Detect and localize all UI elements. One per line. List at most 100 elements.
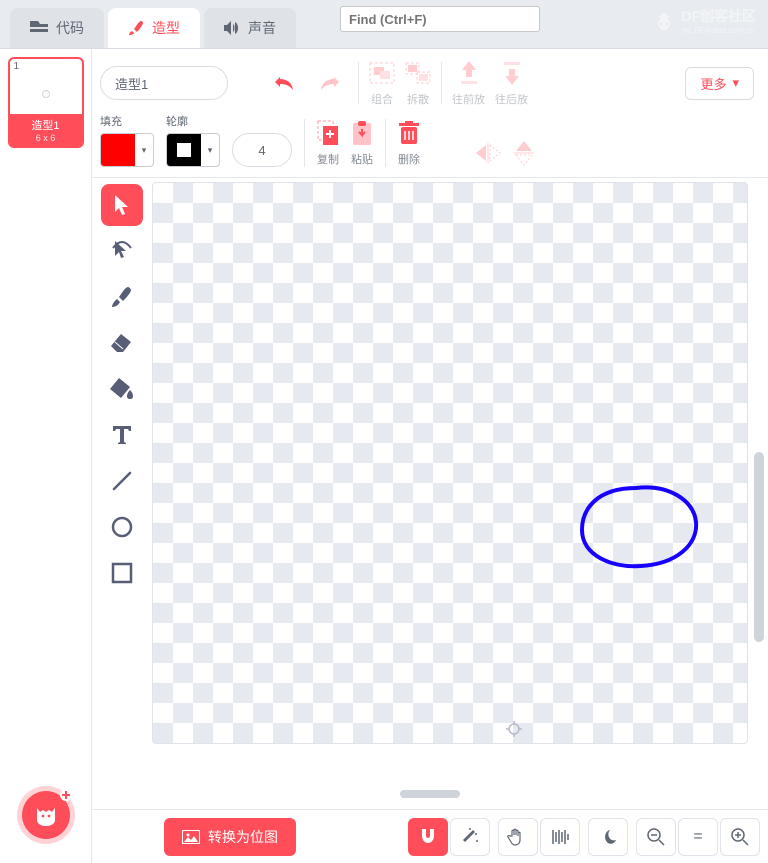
wand-button[interactable] xyxy=(450,818,490,856)
fill-color-picker[interactable]: ▾ xyxy=(100,133,154,167)
tool-palette xyxy=(92,178,152,809)
zoom-out-icon xyxy=(647,828,665,846)
outline-label: 轮廓 xyxy=(166,113,220,129)
magnet-icon xyxy=(419,828,437,846)
copy-icon xyxy=(317,120,339,146)
zoom-out-button[interactable] xyxy=(636,818,676,856)
forward-button[interactable]: 往前放 xyxy=(452,59,485,107)
brush-icon xyxy=(128,20,144,36)
bars-icon xyxy=(551,828,569,846)
tool-brush[interactable] xyxy=(101,276,143,318)
tool-select[interactable] xyxy=(101,184,143,226)
watermark-sub: mc.DFRobot.com.cn xyxy=(681,26,756,35)
sound-icon xyxy=(224,21,240,35)
bucket-icon xyxy=(110,378,134,400)
find-input[interactable] xyxy=(340,6,540,32)
btn-label: 转换为位图 xyxy=(208,827,278,847)
tab-label: 代码 xyxy=(56,18,84,38)
cat-icon xyxy=(33,802,59,828)
fill-swatch xyxy=(101,133,135,167)
tab-label: 声音 xyxy=(248,18,276,38)
thumb-name: 造型1 xyxy=(10,117,82,133)
equals-label: = xyxy=(693,828,702,846)
dark-mode-button[interactable] xyxy=(588,818,628,856)
center-crosshair-icon xyxy=(506,721,522,737)
code-icon xyxy=(30,21,48,35)
delete-button[interactable]: 删除 xyxy=(398,119,420,167)
wand-icon xyxy=(460,827,480,847)
magnet-button[interactable] xyxy=(408,818,448,856)
tool-reshape[interactable] xyxy=(101,230,143,272)
tab-costumes[interactable]: 造型 xyxy=(108,8,200,48)
outline-mode-button[interactable] xyxy=(498,818,538,856)
paste-icon xyxy=(353,121,371,145)
group-button[interactable]: 组合 xyxy=(369,59,395,107)
flip-vertical-button[interactable] xyxy=(514,139,534,167)
chevron-down-icon: ▾ xyxy=(201,145,219,156)
flip-horizontal-button[interactable] xyxy=(474,139,502,167)
watermark-title: DF创客社区 xyxy=(681,8,756,24)
tool-eraser[interactable] xyxy=(101,322,143,364)
reshape-icon xyxy=(112,240,132,262)
redo-icon xyxy=(320,75,340,91)
add-costume-button[interactable] xyxy=(22,791,70,839)
more-button[interactable]: 更多 ▾ xyxy=(685,67,754,100)
vertical-scrollbar[interactable] xyxy=(754,452,764,642)
tab-sounds[interactable]: 声音 xyxy=(204,8,296,48)
text-icon xyxy=(112,425,132,445)
thumb-preview xyxy=(10,74,82,114)
outline-color-picker[interactable]: ▾ xyxy=(166,133,220,167)
tool-text[interactable] xyxy=(101,414,143,456)
zoom-reset-button[interactable]: = xyxy=(678,818,718,856)
horizontal-scrollbar[interactable] xyxy=(400,790,460,798)
logo-icon xyxy=(653,10,675,32)
btn-label: 粘贴 xyxy=(351,151,373,167)
watermark: DF创客社区 mc.DFRobot.com.cn xyxy=(653,6,756,35)
moon-icon xyxy=(600,829,616,845)
tab-code[interactable]: 代码 xyxy=(10,8,104,48)
btn-label: 拆散 xyxy=(407,91,429,107)
paint-canvas[interactable] xyxy=(152,182,748,744)
toolbar-top: 组合 拆散 往前放 往后放 更多 ▾ xyxy=(92,49,768,107)
undo-button[interactable] xyxy=(266,66,302,100)
paintbrush-icon xyxy=(112,286,132,308)
tool-circle[interactable] xyxy=(101,506,143,548)
tool-fill[interactable] xyxy=(101,368,143,410)
btn-label: 往后放 xyxy=(495,91,528,107)
fill-label: 填充 xyxy=(100,113,154,129)
btn-label: 组合 xyxy=(371,91,393,107)
zoom-in-button[interactable] xyxy=(720,818,760,856)
thumb-index: 1 xyxy=(10,59,82,74)
hand-icon xyxy=(507,828,529,846)
bottom-bar: 转换为位图 = xyxy=(92,809,768,863)
outline-width-input[interactable] xyxy=(232,133,292,167)
backward-button[interactable]: 往后放 xyxy=(495,59,528,107)
pointer-icon xyxy=(113,194,131,216)
paste-button[interactable]: 粘贴 xyxy=(351,119,373,167)
toolbar-style: 填充 ▾ 轮廓 ▾ 复制 粘贴 删除 xyxy=(92,107,768,178)
circle-icon xyxy=(111,516,133,538)
thumb-dim: 6 x 6 xyxy=(10,133,82,143)
flip-h-icon xyxy=(474,143,502,163)
zoom-in-icon xyxy=(731,828,749,846)
pixel-mode-button[interactable] xyxy=(540,818,580,856)
arrow-up-icon xyxy=(459,61,479,85)
square-icon xyxy=(111,562,133,584)
eraser-icon xyxy=(111,334,133,352)
redo-button[interactable] xyxy=(312,66,348,100)
copy-button[interactable]: 复制 xyxy=(317,119,339,167)
tool-rect[interactable] xyxy=(101,552,143,594)
ungroup-button[interactable]: 拆散 xyxy=(405,59,431,107)
convert-bitmap-button[interactable]: 转换为位图 xyxy=(164,818,296,856)
caret-down-icon: ▾ xyxy=(732,75,739,91)
btn-label: 复制 xyxy=(317,151,339,167)
tool-line[interactable] xyxy=(101,460,143,502)
annotation-circle xyxy=(576,480,706,580)
costume-thumb[interactable]: 1 造型1 6 x 6 xyxy=(8,57,84,148)
plus-icon xyxy=(60,789,72,801)
btn-label: 更多 xyxy=(700,74,726,93)
top-tab-bar: 代码 造型 声音 DF创客社区 mc.DFRobot.com.cn xyxy=(0,0,768,48)
costume-name-input[interactable] xyxy=(100,66,228,100)
image-icon xyxy=(182,830,200,844)
flip-v-icon xyxy=(514,139,534,167)
